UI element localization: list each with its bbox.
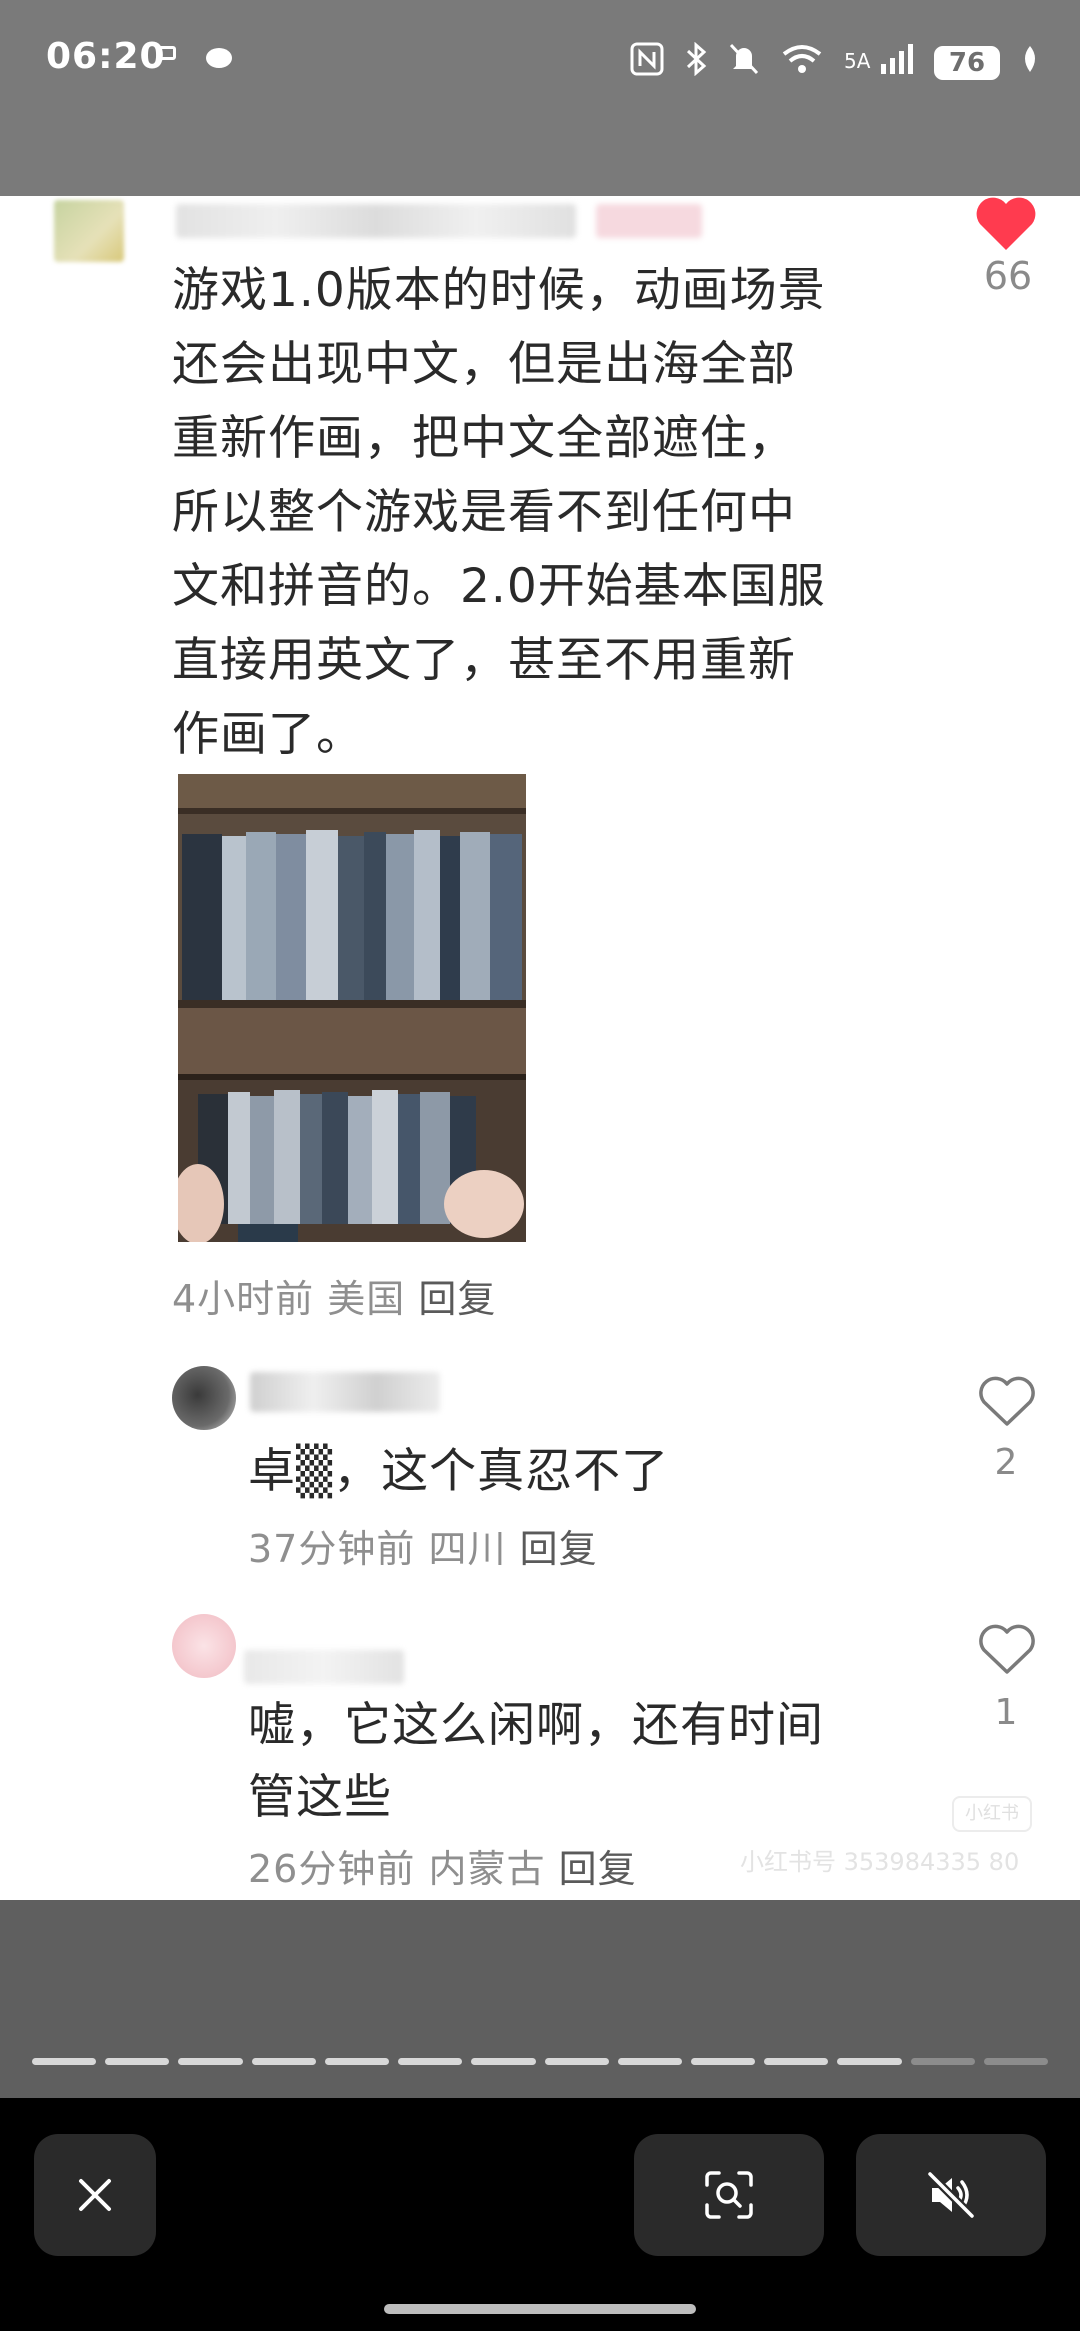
progress-segment bbox=[544, 2058, 609, 2065]
watermark-logo: 小红书 bbox=[952, 1796, 1032, 1832]
comment-location: 美国 bbox=[327, 1277, 406, 1321]
volume-muted-icon bbox=[927, 2171, 975, 2219]
reply-location: 四川 bbox=[428, 1527, 507, 1571]
mute-button[interactable] bbox=[856, 2134, 1046, 2256]
reply-avatar bbox=[172, 1366, 236, 1430]
status-time: 06:20 bbox=[46, 36, 166, 77]
reply-button[interactable]: 回复 bbox=[520, 1527, 598, 1571]
wifi-icon bbox=[780, 42, 824, 84]
visual-search-button[interactable] bbox=[634, 2134, 824, 2256]
reply-meta: 26分钟前 内蒙古 回复 bbox=[248, 1838, 637, 1893]
comment-text: 游戏1.0版本的时候，动画场景 还会出现中文，但是出海全部 重新作画，把中文全部… bbox=[172, 254, 912, 772]
reply-location: 内蒙古 bbox=[428, 1847, 546, 1891]
reply-button[interactable]: 回复 bbox=[559, 1847, 637, 1891]
progress-segment bbox=[617, 2058, 682, 2065]
avatar bbox=[54, 200, 124, 262]
comment-line: 文和拼音的。2.0开始基本国服 bbox=[172, 559, 826, 614]
like-count: 66 bbox=[983, 254, 1033, 298]
reply-time: 37分钟前 bbox=[248, 1527, 416, 1571]
status-bar: 06:20 5A 76 bbox=[0, 0, 1080, 120]
comment-line: 所以整个游戏是看不到任何中 bbox=[172, 485, 796, 540]
story-progress bbox=[32, 2058, 1049, 2065]
reply-line: 管这些 bbox=[248, 1770, 392, 1825]
close-icon bbox=[79, 2179, 111, 2211]
progress-segment bbox=[764, 2058, 829, 2065]
battery-level: 76 bbox=[934, 46, 1000, 80]
notification-icon bbox=[158, 46, 176, 60]
signal-icon: 5A bbox=[844, 44, 914, 82]
bluetooth-icon bbox=[684, 41, 708, 84]
reply-avatar bbox=[172, 1614, 236, 1678]
reply-button[interactable]: 回复 bbox=[418, 1277, 496, 1321]
reply-time: 26分钟前 bbox=[248, 1847, 416, 1891]
reply-text: 嘘，它这么闲啊，还有时间 管这些 bbox=[248, 1690, 824, 1834]
progress-segment bbox=[251, 2058, 316, 2065]
visual-search-icon bbox=[705, 2171, 753, 2219]
leaf-icon bbox=[1020, 44, 1040, 82]
comment-time: 4小时前 bbox=[172, 1277, 315, 1321]
comment-meta: 4小时前 美国 回复 bbox=[172, 1268, 496, 1323]
progress-segment bbox=[910, 2058, 975, 2065]
story-viewer: 06:20 5A 76 66 游戏1.0版本的时候，动画场景 还会出现中文，但是… bbox=[0, 0, 1080, 2331]
reply-meta: 37分钟前 四川 回复 bbox=[248, 1518, 598, 1573]
reply-like-count: 2 bbox=[994, 1442, 1018, 1483]
badge-blurred bbox=[596, 204, 702, 238]
reply-like-count: 1 bbox=[994, 1692, 1018, 1733]
comment-screenshot: 66 游戏1.0版本的时候，动画场景 还会出现中文，但是出海全部 重新作画，把中… bbox=[0, 196, 1080, 1900]
progress-segment bbox=[837, 2058, 902, 2065]
control-bar bbox=[0, 2098, 1080, 2331]
like-heart-icon[interactable] bbox=[978, 1376, 1036, 1428]
reply-line: 卓▒，这个真忍不了 bbox=[248, 1444, 670, 1499]
cloud-icon bbox=[206, 48, 232, 68]
close-button[interactable] bbox=[34, 2134, 156, 2256]
progress-segment bbox=[398, 2058, 463, 2065]
comment-line: 还会出现中文，但是出海全部 bbox=[172, 337, 796, 392]
progress-segment bbox=[324, 2058, 390, 2065]
mute-icon bbox=[728, 42, 760, 84]
comment-image[interactable] bbox=[178, 774, 526, 1242]
progress-segment bbox=[983, 2058, 1049, 2065]
network-label: 5A bbox=[844, 49, 871, 73]
home-indicator[interactable] bbox=[384, 2304, 696, 2314]
progress-segment bbox=[32, 2058, 97, 2065]
watermark: 小红书号 353984335 80 bbox=[740, 1848, 1020, 1876]
reply-username-blurred bbox=[244, 1650, 404, 1684]
comment-line: 作画了。 bbox=[172, 707, 364, 762]
progress-segment bbox=[690, 2058, 756, 2065]
bottom-backdrop bbox=[0, 1900, 1080, 2098]
comment-line: 直接用英文了，甚至不用重新 bbox=[172, 633, 796, 688]
comment-line: 游戏1.0版本的时候，动画场景 bbox=[172, 263, 826, 318]
status-icons: 5A 76 bbox=[630, 41, 1040, 84]
comment-line: 重新作画，把中文全部遮住， bbox=[172, 411, 796, 466]
like-heart-icon[interactable] bbox=[978, 1624, 1036, 1676]
nfc-icon bbox=[630, 42, 664, 84]
username-blurred bbox=[176, 204, 576, 238]
liked-heart-icon[interactable] bbox=[974, 196, 1038, 252]
reply-line: 嘘，它这么闲啊，还有时间 bbox=[248, 1698, 824, 1753]
progress-segment bbox=[471, 2058, 536, 2065]
reply-username-blurred bbox=[250, 1372, 440, 1412]
progress-segment bbox=[105, 2058, 170, 2065]
reply-text: 卓▒，这个真忍不了 bbox=[248, 1436, 669, 1508]
progress-segment bbox=[178, 2058, 243, 2065]
